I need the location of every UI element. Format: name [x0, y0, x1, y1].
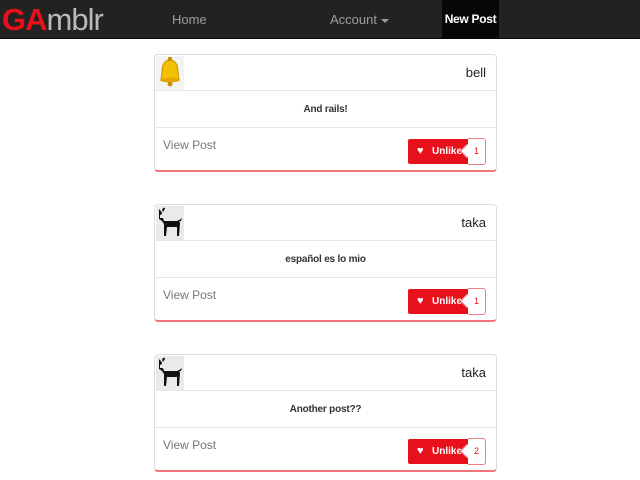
post-header: taka [155, 205, 496, 241]
post-author[interactable]: taka [461, 355, 486, 391]
unlike-button[interactable]: ♥ Unlike [408, 289, 468, 314]
post-footer: View Post ♥ Unlike 1 [155, 129, 496, 171]
post-header: taka [155, 355, 496, 391]
heart-icon: ♥ [417, 295, 424, 307]
unlike-label: Unlike [432, 146, 463, 157]
post-card: bell And rails! View Post ♥ Unlike 1 [154, 54, 497, 172]
goat-icon [156, 206, 184, 240]
caret-down-icon [380, 18, 389, 23]
post-content: Another post?? [155, 392, 496, 428]
view-post-link[interactable]: View Post [163, 288, 216, 302]
unlike-button[interactable]: ♥ Unlike [408, 439, 468, 464]
top-navbar: GAmblr Home Account New Post [0, 0, 640, 39]
unlike-label: Unlike [432, 296, 463, 307]
nav-account-dropdown[interactable]: Account [330, 0, 389, 39]
post-card: taka español es lo mio View Post ♥ Unlik… [154, 204, 497, 322]
nav-home-link[interactable]: Home [172, 0, 207, 39]
post-footer: View Post ♥ Unlike 1 [155, 279, 496, 321]
view-post-link[interactable]: View Post [163, 138, 216, 152]
like-count[interactable]: 1 [468, 138, 486, 165]
unlike-label: Unlike [432, 446, 463, 457]
brand-logo[interactable]: GAmblr [2, 1, 104, 39]
brand-logo-grey-part: mblr [46, 2, 104, 37]
post-content: And rails! [155, 92, 496, 128]
brand-logo-red-part: GA [2, 2, 47, 37]
post-content: español es lo mio [155, 242, 496, 278]
unlike-button[interactable]: ♥ Unlike [408, 139, 468, 164]
post-footer: View Post ♥ Unlike 2 [155, 429, 496, 471]
bell-icon [156, 56, 184, 90]
post-card: taka Another post?? View Post ♥ Unlike 2 [154, 354, 497, 472]
post-header: bell [155, 55, 496, 91]
like-count[interactable]: 1 [468, 288, 486, 315]
like-count[interactable]: 2 [468, 438, 486, 465]
goat-icon [156, 356, 184, 390]
view-post-link[interactable]: View Post [163, 438, 216, 452]
new-post-button[interactable]: New Post [442, 0, 499, 39]
heart-icon: ♥ [417, 145, 424, 157]
post-author[interactable]: bell [466, 55, 486, 91]
heart-icon: ♥ [417, 445, 424, 457]
nav-account-label: Account [330, 12, 377, 27]
post-author[interactable]: taka [461, 205, 486, 241]
